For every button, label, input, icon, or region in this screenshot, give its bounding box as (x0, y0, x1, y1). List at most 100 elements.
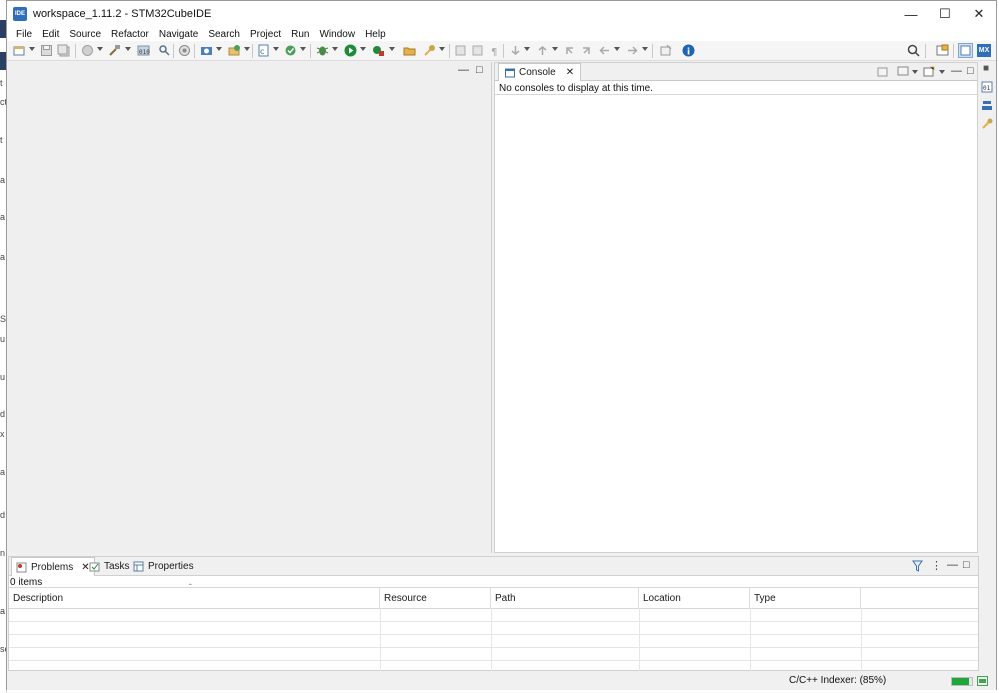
column-type[interactable]: Type (750, 588, 861, 608)
new-dropdown-icon[interactable] (29, 47, 35, 51)
prev-annotation-icon[interactable] (471, 44, 484, 57)
filter-icon[interactable] (912, 560, 923, 572)
tab-tasks[interactable]: Tasks (85, 557, 134, 576)
background-text: u (0, 372, 6, 382)
new-class-icon[interactable] (200, 44, 213, 57)
prev-edit-icon[interactable] (536, 44, 549, 57)
build-analyzer-icon[interactable] (981, 117, 993, 129)
open-folder-icon[interactable] (403, 44, 416, 57)
build-config-icon[interactable] (81, 44, 94, 57)
open-element-icon[interactable]: c (257, 44, 270, 57)
menu-help[interactable]: Help (360, 29, 391, 40)
external-tools-dropdown-icon[interactable] (389, 47, 395, 51)
next-edit-dropdown-icon[interactable] (524, 47, 530, 51)
external-tools-icon[interactable] (372, 44, 385, 57)
save-icon[interactable] (40, 44, 53, 57)
column-location[interactable]: Location (639, 588, 750, 608)
build-icon[interactable] (108, 44, 121, 57)
menu-edit[interactable]: Edit (37, 29, 64, 40)
tab-console[interactable]: Console ✕ (498, 63, 582, 81)
toggle-icon[interactable] (178, 44, 191, 57)
menu-refactor[interactable]: Refactor (106, 29, 154, 40)
close-button[interactable]: ✕ (962, 1, 996, 27)
run-icon[interactable] (344, 44, 357, 57)
progress-view-icon[interactable] (977, 676, 988, 686)
menu-navigate[interactable]: Navigate (154, 29, 203, 40)
svg-text:010: 010 (139, 49, 150, 56)
close-tab-icon[interactable]: ✕ (566, 67, 574, 78)
column-resource[interactable]: Resource (380, 588, 491, 608)
column-path[interactable]: Path (491, 588, 639, 608)
build-config-dropdown-icon[interactable] (97, 47, 103, 51)
save-all-icon[interactable] (57, 44, 70, 57)
menu-file[interactable]: File (11, 29, 37, 40)
debug-dropdown-icon[interactable] (332, 47, 338, 51)
minimize-button[interactable]: — (894, 1, 928, 27)
pilcrow-icon[interactable]: ¶ (488, 44, 501, 57)
build-targets-icon[interactable] (981, 99, 993, 111)
title-bar[interactable]: IDE workspace_1.11.2 - STM32CubeIDE — ☐ … (7, 1, 996, 27)
column-description-label: Description (13, 592, 64, 604)
debug-search-icon[interactable] (158, 44, 171, 57)
ide-window: IDE workspace_1.11.2 - STM32CubeIDE — ☐ … (6, 0, 997, 690)
mx-perspective-icon[interactable]: MX (977, 44, 991, 57)
tab-properties[interactable]: Properties (129, 557, 198, 576)
back-dropdown-icon[interactable] (614, 47, 620, 51)
open-perspective-icon[interactable] (936, 44, 949, 57)
build-all-icon[interactable]: 010 (137, 44, 150, 57)
open-console-icon[interactable] (923, 66, 935, 77)
menu-run[interactable]: Run (286, 29, 314, 40)
maximize-button[interactable]: ☐ (928, 1, 962, 27)
search-icon[interactable] (907, 44, 920, 57)
open-console-dropdown-icon[interactable] (939, 70, 945, 74)
menu-window[interactable]: Window (314, 29, 360, 40)
debug-icon[interactable] (316, 44, 329, 57)
pin-icon[interactable] (659, 44, 672, 57)
column-description[interactable]: Description ˆ (9, 583, 380, 608)
maximize-view-icon[interactable]: □ (967, 66, 974, 77)
minimize-view-icon[interactable]: — (951, 66, 962, 77)
menu-search[interactable]: Search (203, 29, 245, 40)
pin-console-icon[interactable] (877, 66, 889, 77)
forward-icon[interactable] (626, 44, 639, 57)
indexer-progress-fill (952, 678, 969, 685)
minimize-view-icon[interactable]: — (947, 560, 958, 571)
prev-edit-dropdown-icon[interactable] (552, 47, 558, 51)
menu-source[interactable]: Source (64, 29, 106, 40)
tab-problems[interactable]: Problems ✕ (11, 557, 95, 576)
last-edit-icon[interactable] (563, 44, 576, 57)
minimize-view-icon[interactable]: — (458, 65, 469, 76)
build-dropdown-icon[interactable] (125, 47, 131, 51)
refresh-dropdown-icon[interactable] (300, 47, 306, 51)
hammer-icon[interactable] (423, 44, 436, 57)
outline-icon[interactable]: 01 (981, 81, 993, 93)
maximize-view-icon[interactable]: □ (476, 65, 483, 76)
new-icon[interactable] (13, 44, 26, 57)
forward-dropdown-icon[interactable] (642, 47, 648, 51)
next-edit-icon[interactable] (509, 44, 522, 57)
toolbar-separator (503, 44, 504, 58)
display-console-icon[interactable] (897, 66, 909, 77)
indexer-progress-bar[interactable] (951, 677, 973, 686)
back-icon[interactable] (598, 44, 611, 57)
maximize-view-icon[interactable]: □ (963, 560, 970, 571)
table-column-line (639, 608, 640, 671)
menu-project[interactable]: Project (245, 29, 286, 40)
tasks-icon (89, 562, 100, 572)
display-console-dropdown-icon[interactable] (912, 70, 918, 74)
cpp-perspective-icon[interactable] (958, 43, 973, 58)
refresh-icon[interactable] (284, 44, 297, 57)
view-menu-icon[interactable]: ⋮ (931, 559, 942, 572)
background-text: a (0, 175, 6, 185)
new-class-dropdown-icon[interactable] (216, 47, 222, 51)
hammer-dropdown-icon[interactable] (439, 47, 445, 51)
restore-icon[interactable]: ■ (983, 63, 989, 74)
redo-edit-icon[interactable] (580, 44, 593, 57)
open-element-dropdown-icon[interactable] (273, 47, 279, 51)
info-icon[interactable]: i (682, 44, 695, 57)
open-type-icon[interactable] (228, 44, 241, 57)
run-dropdown-icon[interactable] (360, 47, 366, 51)
console-divider (495, 94, 977, 95)
open-type-dropdown-icon[interactable] (244, 47, 250, 51)
next-annotation-icon[interactable] (454, 44, 467, 57)
